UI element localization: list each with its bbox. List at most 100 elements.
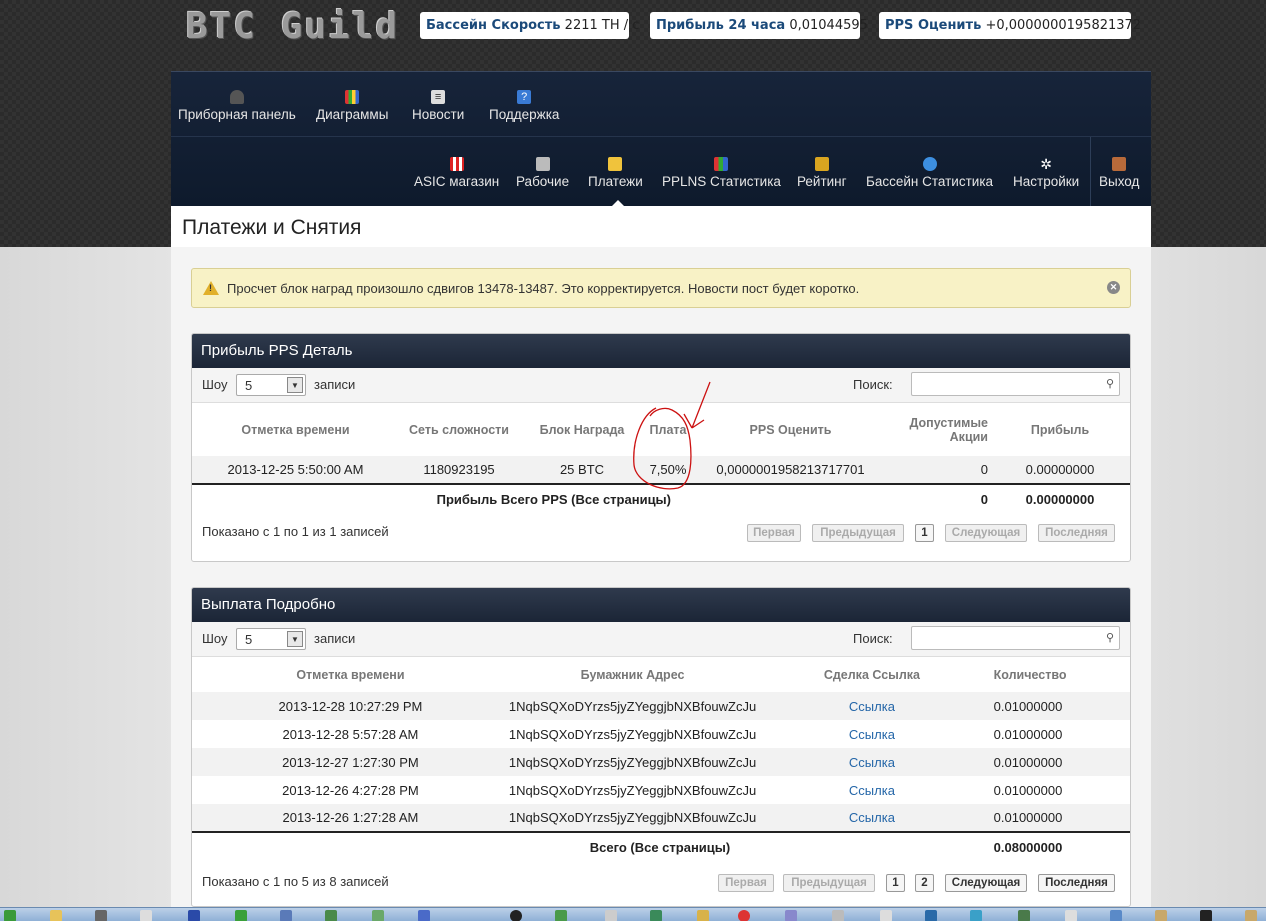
- page-size-value: 5: [245, 632, 253, 647]
- app-icon[interactable]: [880, 910, 892, 921]
- page-number-button[interactable]: 1: [915, 524, 934, 542]
- nav-divider: [1090, 137, 1091, 207]
- transaction-link[interactable]: Ссылка: [756, 748, 987, 776]
- prev-page-button[interactable]: Предыдущая: [783, 874, 875, 892]
- chevron-down-icon: ▼: [287, 377, 303, 393]
- column-header[interactable]: Допустимые Акции: [890, 404, 990, 456]
- start-icon[interactable]: [4, 910, 16, 921]
- column-header[interactable]: Сеть сложности: [399, 404, 519, 456]
- app-icon[interactable]: [95, 910, 107, 921]
- nav-pplns-stats[interactable]: PPLNS Статистика: [662, 157, 781, 189]
- app-icon[interactable]: [1155, 910, 1167, 921]
- nav-logout[interactable]: Выход: [1099, 157, 1139, 189]
- column-header[interactable]: Прибыль: [990, 404, 1130, 456]
- app-icon[interactable]: [697, 910, 709, 921]
- panel-title: Выплата Подробно: [192, 588, 1130, 622]
- first-page-button[interactable]: Первая: [747, 524, 801, 542]
- total-profit: 0.00000000: [1025, 492, 1095, 507]
- next-page-button[interactable]: Следующая: [945, 874, 1027, 892]
- first-page-button[interactable]: Первая: [718, 874, 774, 892]
- cell-valid-shares: 0: [980, 462, 988, 477]
- transaction-link[interactable]: Ссылка: [756, 720, 987, 748]
- page-size-select[interactable]: 5 ▼: [236, 628, 306, 650]
- transaction-link[interactable]: Ссылка: [756, 776, 987, 804]
- nav-pool-stats[interactable]: Бассейн Статистика: [866, 157, 993, 189]
- nav-payments[interactable]: Платежи: [588, 157, 643, 189]
- nav-charts[interactable]: Диаграммы: [316, 90, 388, 122]
- app-icon[interactable]: [235, 910, 247, 921]
- store-icon: [449, 157, 464, 171]
- nav-workers[interactable]: Рабочие: [516, 157, 569, 189]
- records-label: записи: [314, 631, 356, 646]
- nav-support[interactable]: ? Поддержка: [489, 90, 559, 122]
- stat-value: 0,01044595: [789, 18, 868, 33]
- app-icon[interactable]: [1200, 910, 1212, 921]
- stat-value: +0,0000000195821372: [985, 18, 1142, 33]
- cell-wallet: 1NqbSQXoDYrzs5jyZYeggjbNXBfouwZcJu: [508, 726, 757, 742]
- next-page-button[interactable]: Следующая: [945, 524, 1027, 542]
- search-input[interactable]: ⚲: [911, 372, 1120, 396]
- app-icon[interactable]: [325, 910, 337, 921]
- column-header[interactable]: Отметка времени: [192, 658, 509, 692]
- cell-timestamp: 2013-12-28 5:57:28 AM: [282, 726, 419, 742]
- app-icon[interactable]: [1245, 910, 1257, 921]
- column-header[interactable]: Сделка Ссылка: [756, 658, 987, 692]
- transaction-link[interactable]: Ссылка: [756, 692, 987, 720]
- app-icon[interactable]: [970, 910, 982, 921]
- app-icon[interactable]: [785, 910, 797, 921]
- app-icon[interactable]: [1018, 910, 1030, 921]
- opera-icon[interactable]: [738, 910, 750, 921]
- folder-icon[interactable]: [50, 910, 62, 921]
- page-size-value: 5: [245, 378, 253, 393]
- nav-asic-store[interactable]: ASIC магазин: [414, 157, 499, 189]
- chevron-down-icon: ▼: [287, 631, 303, 647]
- app-icon[interactable]: [510, 910, 522, 921]
- app-icon[interactable]: [605, 910, 617, 921]
- nav-ranking[interactable]: Рейтинг: [797, 157, 847, 189]
- nav-label: Бассейн Статистика: [866, 174, 994, 189]
- prev-page-button[interactable]: Предыдущая: [812, 524, 904, 542]
- app-icon[interactable]: [650, 910, 662, 921]
- cell-timestamp: 2013-12-25 5:50:00 AM: [227, 462, 364, 477]
- column-header[interactable]: Количество: [988, 658, 1130, 692]
- app-icon[interactable]: [140, 910, 152, 921]
- site-logo[interactable]: BTC Guild: [186, 6, 399, 47]
- search-input[interactable]: ⚲: [911, 626, 1120, 650]
- app-icon[interactable]: [832, 910, 844, 921]
- stat-value: 2211 TH / с: [564, 18, 640, 33]
- nav-main-row: ASIC магазин Рабочие Платежи PPLNS Стати…: [171, 137, 1151, 207]
- save-icon[interactable]: [188, 910, 200, 921]
- page-size-select[interactable]: 5 ▼: [236, 374, 306, 396]
- app-icon[interactable]: [418, 910, 430, 921]
- column-header[interactable]: Отметка времени: [192, 404, 399, 456]
- show-label: Шоу: [202, 377, 228, 392]
- nav-label: Платежи: [588, 174, 643, 189]
- nav-news[interactable]: ≡ Новости: [412, 90, 464, 122]
- nav-dashboard[interactable]: Приборная панель: [178, 90, 296, 122]
- blocks-icon: [714, 157, 729, 171]
- close-icon[interactable]: ✕: [1107, 281, 1120, 294]
- panel-title: Прибыль PPS Деталь: [192, 334, 1130, 368]
- warning-icon: !: [203, 281, 219, 295]
- column-header[interactable]: Бумажник Адрес: [509, 658, 756, 692]
- table-row: 2013-12-26 4:27:28 PM 1NqbSQXoDYrzs5jyZY…: [192, 776, 1130, 804]
- nav-settings[interactable]: ✲ Настройки: [1013, 157, 1079, 189]
- cell-timestamp: 2013-12-26 4:27:28 PM: [282, 782, 419, 798]
- nav-label: Диаграммы: [316, 107, 389, 122]
- last-page-button[interactable]: Последняя: [1038, 524, 1115, 542]
- app-icon[interactable]: [555, 910, 567, 921]
- page-number-button[interactable]: 2: [915, 874, 934, 892]
- cell-amount: 0.01000000: [993, 810, 1063, 825]
- app-icon[interactable]: [280, 910, 292, 921]
- circle-mark: [633, 407, 692, 490]
- cell-wallet: 1NqbSQXoDYrzs5jyZYeggjbNXBfouwZcJu: [508, 782, 757, 798]
- last-page-button[interactable]: Последняя: [1038, 874, 1115, 892]
- app-icon[interactable]: [1110, 910, 1122, 921]
- app-icon[interactable]: [1065, 910, 1077, 921]
- cell-amount: 0.01000000: [993, 782, 1063, 798]
- nav-label: Новости: [412, 107, 465, 122]
- app-icon[interactable]: [372, 910, 384, 921]
- app-icon[interactable]: [925, 910, 937, 921]
- transaction-link[interactable]: Ссылка: [756, 804, 987, 832]
- page-number-button[interactable]: 1: [886, 874, 905, 892]
